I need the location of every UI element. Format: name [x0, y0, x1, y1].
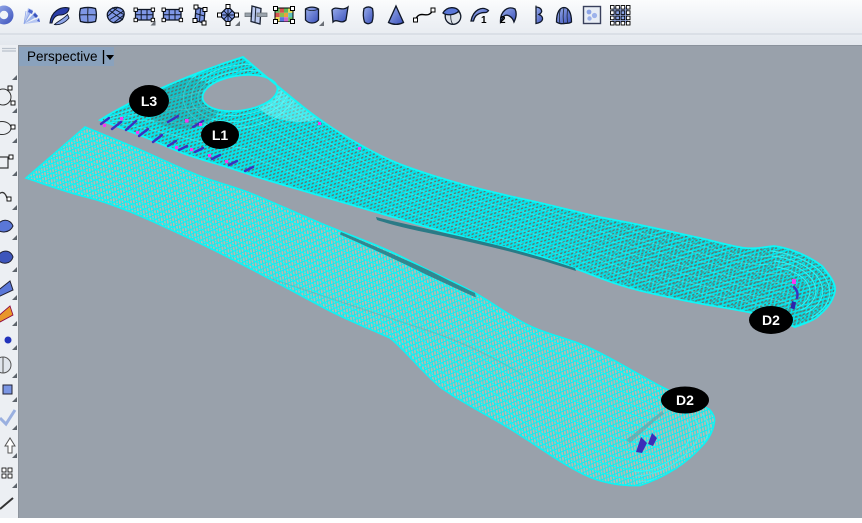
svg-text:2: 2: [500, 15, 506, 26]
svg-text:D2: D2: [676, 392, 694, 408]
svg-text:Perspective: Perspective: [27, 49, 98, 64]
svg-text:L1: L1: [212, 127, 229, 143]
svg-text:L3: L3: [141, 93, 158, 109]
svg-text:1: 1: [481, 15, 487, 26]
svg-text:D2: D2: [762, 312, 780, 328]
